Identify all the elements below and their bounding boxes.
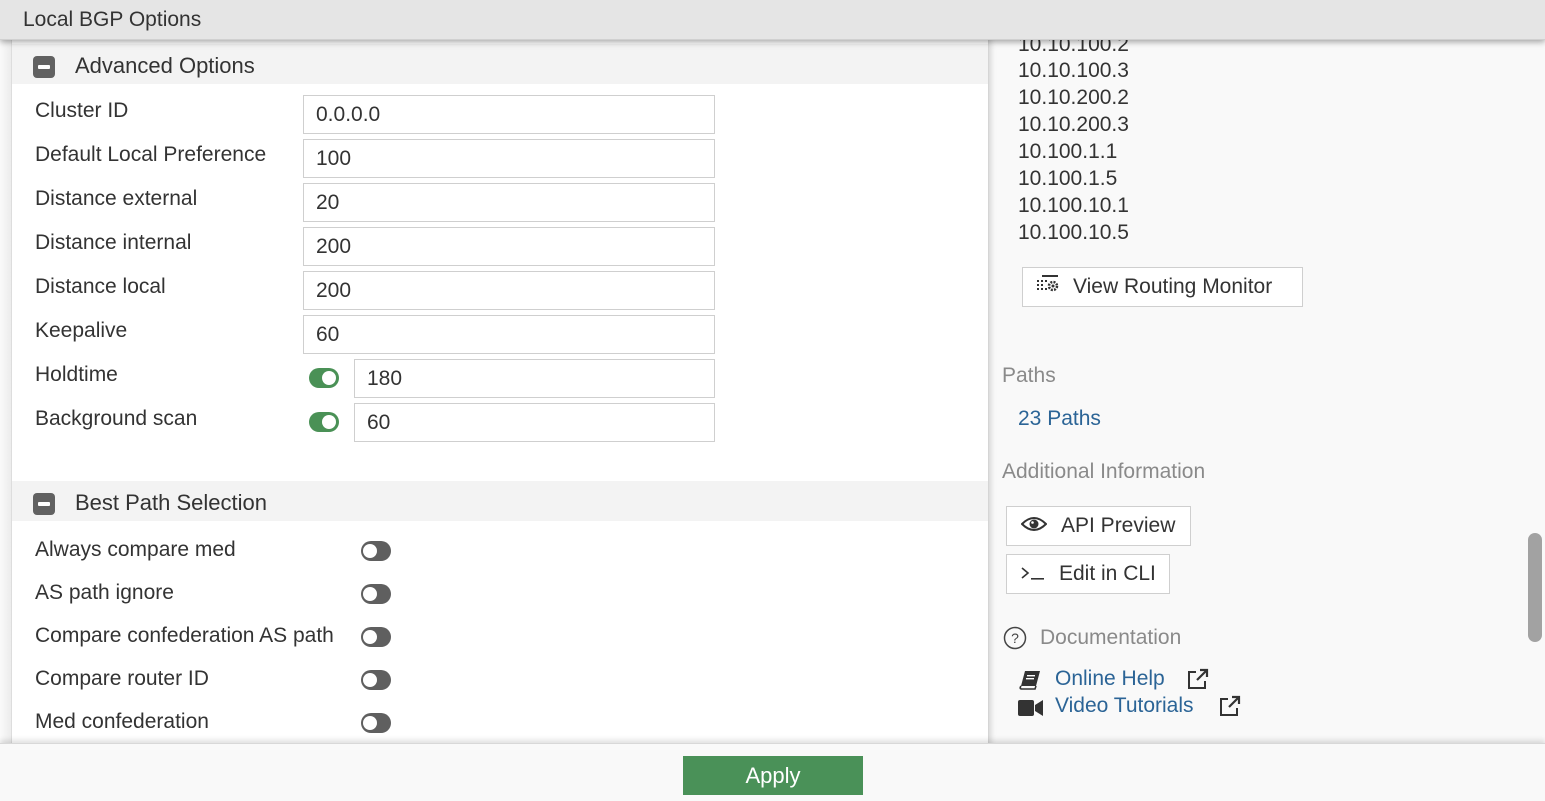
online-help-link[interactable]: Online Help: [1055, 667, 1165, 691]
distance-internal-input[interactable]: [303, 227, 715, 266]
keepalive-label: Keepalive: [35, 319, 128, 342]
ip-list-item: 10.100.1.1: [1018, 140, 1118, 163]
holdtime-input[interactable]: [354, 359, 715, 398]
distance-external-input[interactable]: [303, 183, 715, 222]
always-compare-med-label: Always compare med: [35, 538, 236, 561]
default-local-preference-row: Default Local Preference: [12, 139, 988, 183]
left-gutter: [0, 40, 11, 743]
compare-router-id-label: Compare router ID: [35, 667, 209, 690]
compare-confederation-as-path-label: Compare confederation AS path: [35, 624, 334, 647]
distance-external-label: Distance external: [35, 187, 198, 210]
keepalive-row: Keepalive: [12, 315, 988, 359]
paths-link[interactable]: 23 Paths: [1018, 407, 1101, 431]
as-path-ignore-toggle[interactable]: [361, 584, 391, 604]
sidebar-scrollbar[interactable]: [1528, 533, 1542, 642]
book-icon: [1019, 670, 1041, 695]
holdtime-label: Holdtime: [35, 363, 118, 386]
ip-list-item: 10.10.200.3: [1018, 113, 1129, 136]
distance-internal-label: Distance internal: [35, 231, 192, 254]
compare-confederation-as-path-row: Compare confederation AS path: [12, 622, 988, 666]
compare-router-id-row: Compare router ID: [12, 665, 988, 709]
view-routing-monitor-button[interactable]: View Routing Monitor: [1022, 267, 1303, 307]
external-link-icon[interactable]: [1186, 668, 1210, 695]
help-circle-icon: ?: [1003, 626, 1027, 655]
external-link-icon[interactable]: [1218, 695, 1242, 722]
api-preview-button[interactable]: API Preview: [1006, 506, 1191, 546]
background-scan-input[interactable]: [354, 403, 715, 442]
default-local-preference-input[interactable]: [303, 139, 715, 178]
paths-heading: Paths: [1002, 364, 1056, 387]
distance-internal-row: Distance internal: [12, 227, 988, 271]
best-path-selection-header[interactable]: Best Path Selection: [12, 481, 988, 521]
routing-monitor-icon: [1037, 275, 1059, 299]
holdtime-row: Holdtime: [12, 359, 988, 403]
video-camera-icon: [1018, 699, 1044, 722]
background-scan-row: Background scan: [12, 403, 988, 447]
distance-local-row: Distance local: [12, 271, 988, 315]
settings-form: Advanced Options Cluster ID Default Loca…: [11, 40, 988, 743]
distance-local-input[interactable]: [303, 271, 715, 310]
api-preview-label: API Preview: [1061, 514, 1176, 537]
dialog-footer: Apply: [0, 743, 1545, 801]
background-scan-toggle[interactable]: [309, 412, 339, 432]
documentation-heading: Documentation: [1040, 626, 1182, 649]
med-confederation-row: Med confederation: [12, 708, 988, 743]
compare-router-id-toggle[interactable]: [361, 670, 391, 690]
med-confederation-toggle[interactable]: [361, 713, 391, 733]
eye-icon: [1020, 514, 1048, 538]
default-local-preference-label: Default Local Preference: [35, 143, 267, 166]
ip-list-item: 10.10.100.3: [1018, 59, 1129, 82]
as-path-ignore-row: AS path ignore: [12, 579, 988, 623]
cluster-id-label: Cluster ID: [35, 99, 129, 122]
med-confederation-label: Med confederation: [35, 710, 209, 733]
svg-text:?: ?: [1011, 630, 1019, 646]
edit-in-cli-label: Edit in CLI: [1059, 562, 1156, 585]
section-title: Advanced Options: [75, 53, 255, 78]
keepalive-input[interactable]: [303, 315, 715, 354]
video-tutorials-link[interactable]: Video Tutorials: [1055, 694, 1194, 718]
dialog-title: Local BGP Options: [23, 8, 202, 31]
ip-list-item: 10.10.200.2: [1018, 86, 1129, 109]
holdtime-toggle[interactable]: [309, 368, 339, 388]
view-routing-monitor-label: View Routing Monitor: [1073, 275, 1273, 298]
section-title: Best Path Selection: [75, 490, 268, 515]
additional-information-heading: Additional Information: [1002, 460, 1206, 483]
always-compare-med-row: Always compare med: [12, 536, 988, 580]
distance-local-label: Distance local: [35, 275, 166, 298]
compare-confederation-as-path-toggle[interactable]: [361, 627, 391, 647]
dialog-header: Local BGP Options: [0, 0, 1545, 40]
edit-in-cli-button[interactable]: Edit in CLI: [1006, 554, 1170, 594]
ip-list-item: 10.100.10.5: [1018, 221, 1129, 244]
terminal-icon: [1021, 562, 1045, 586]
info-sidebar: 10.10.100.2 10.10.100.3 10.10.200.2 10.1…: [988, 40, 1545, 743]
always-compare-med-toggle[interactable]: [361, 541, 391, 561]
as-path-ignore-label: AS path ignore: [35, 581, 174, 604]
background-scan-label: Background scan: [35, 407, 198, 430]
ip-list-item: 10.100.1.5: [1018, 167, 1118, 190]
ip-list-item: 10.100.10.1: [1018, 194, 1129, 217]
advanced-options-header[interactable]: Advanced Options: [12, 44, 988, 84]
collapse-icon[interactable]: [33, 56, 55, 78]
distance-external-row: Distance external: [12, 183, 988, 227]
ip-list-item: 10.10.100.2: [1018, 40, 1129, 56]
cluster-id-input[interactable]: [303, 95, 715, 134]
cluster-id-row: Cluster ID: [12, 95, 988, 139]
collapse-icon[interactable]: [33, 493, 55, 515]
apply-button[interactable]: Apply: [683, 756, 863, 795]
